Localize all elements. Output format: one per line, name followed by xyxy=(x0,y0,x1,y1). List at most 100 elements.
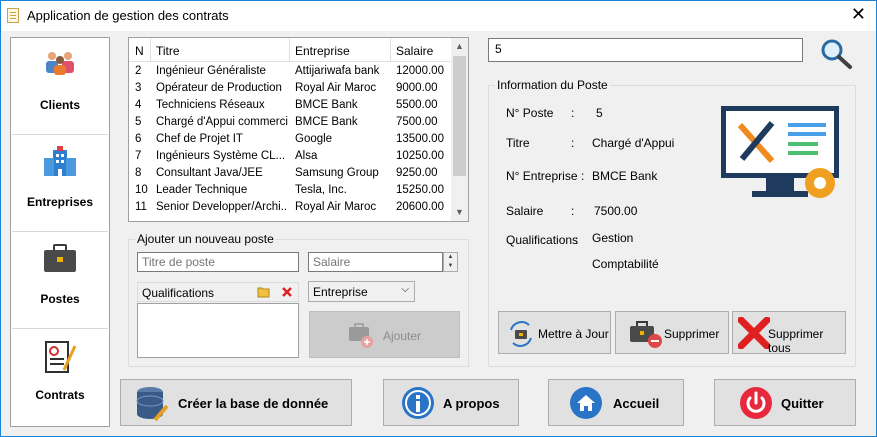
info-value-qualification: Gestion xyxy=(592,231,634,245)
briefcase-delete-icon xyxy=(630,321,662,348)
chevron-up-icon[interactable]: ▲ xyxy=(444,253,457,262)
table-cell: Consultant Java/JEE xyxy=(156,167,263,179)
info-sep: : xyxy=(571,136,575,150)
table-row[interactable]: 11 Senior Developper/Archi... Royal Air Ma… xyxy=(129,199,453,216)
clients-icon xyxy=(46,52,74,75)
sidebar-item-entreprises[interactable]: Entreprises xyxy=(12,136,108,232)
table-cell: 2 xyxy=(135,65,142,77)
power-icon xyxy=(740,387,772,419)
salaire-stepper[interactable]: ▲ ▼ xyxy=(443,252,458,272)
close-icon[interactable]: ✕ xyxy=(851,5,866,25)
table-cell: 7 xyxy=(135,150,142,162)
info-sep: : xyxy=(571,106,575,120)
titre-input[interactable] xyxy=(137,252,299,272)
about-button[interactable]: A propos xyxy=(383,379,519,426)
postes-table[interactable]: N Titre Entreprise Salaire 2 Ingénieur Gé… xyxy=(128,37,469,222)
table-header: N Titre Entreprise Salaire xyxy=(129,38,453,62)
building-icon xyxy=(44,146,76,176)
table-row[interactable]: 3 Opérateur de Production Royal Air Maroc 9… xyxy=(129,80,453,97)
supprimer-label: Supprimer xyxy=(664,327,720,341)
chevron-down-icon[interactable]: ▼ xyxy=(444,262,457,271)
table-cell: Samsung Group xyxy=(295,167,379,179)
table-row[interactable]: 8 Consultant Java/JEE Samsung Group 9250.00 xyxy=(129,165,453,182)
computer-settings-icon xyxy=(721,106,839,198)
sidebar-item-label: Postes xyxy=(40,292,80,306)
table-cell: 20600.00 xyxy=(396,201,444,213)
table-cell: Google xyxy=(295,133,333,145)
qualifications-list[interactable] xyxy=(137,303,299,358)
search-icon[interactable] xyxy=(819,37,853,69)
scroll-up-icon[interactable]: ▲ xyxy=(451,38,468,55)
sidebar-item-label: Contrats xyxy=(35,388,85,402)
table-row[interactable]: 6 Chef de Projet IT Google 13500.00 xyxy=(129,131,453,148)
table-cell: Attijariwafa bank xyxy=(295,65,380,77)
folder-open-icon[interactable] xyxy=(257,286,271,298)
table-cell: 7500.00 xyxy=(396,116,438,128)
column-header[interactable]: Entreprise xyxy=(295,44,350,58)
quit-label: Quitter xyxy=(781,396,824,411)
home-icon xyxy=(570,387,602,419)
salaire-input[interactable] xyxy=(308,252,443,272)
title-bar: Application de gestion des contrats ✕ xyxy=(1,1,876,31)
create-db-button[interactable]: Créer la base de donnée xyxy=(120,379,352,426)
home-button[interactable]: Accueil xyxy=(548,379,684,426)
refresh-briefcase-icon xyxy=(510,321,532,347)
table-row[interactable]: 5 Chargé d'Appui commercial BMCE Bank 7500.… xyxy=(129,114,453,131)
table-row[interactable]: 4 Techniciens Réseaux BMCE Bank 5500.00 xyxy=(129,97,453,114)
table-cell: 9000.00 xyxy=(396,82,438,94)
briefcase-icon xyxy=(44,244,76,272)
table-row[interactable]: 10 Leader Technique Tesla, Inc. 15250.00 xyxy=(129,182,453,199)
mettre-a-jour-button[interactable]: Mettre à Jour xyxy=(498,311,611,354)
sidebar-item-clients[interactable]: Clients xyxy=(12,39,108,135)
scroll-thumb[interactable] xyxy=(453,56,466,176)
sidebar-item-postes[interactable]: Postes xyxy=(12,233,108,329)
info-sep: : xyxy=(575,233,579,247)
column-header[interactable]: N xyxy=(135,44,144,58)
info-value-poste: 5 xyxy=(596,106,603,120)
entreprise-select[interactable]: Entreprise ⌵ xyxy=(308,281,415,302)
info-value-titre: Chargé d'Appui xyxy=(592,136,675,150)
info-label-titre: Titre xyxy=(506,136,530,150)
table-row[interactable]: 7 Ingénieurs Système CL... Alsa 10250.00 xyxy=(129,148,453,165)
contract-icon xyxy=(45,341,77,373)
table-cell: 5500.00 xyxy=(396,99,438,111)
quit-button[interactable]: Quitter xyxy=(714,379,856,426)
delete-x-icon[interactable] xyxy=(281,286,293,298)
supprimer-tous-label: Supprimer tous xyxy=(768,327,824,355)
delete-all-x-icon xyxy=(738,317,770,349)
table-cell: Leader Technique xyxy=(156,184,248,196)
supprimer-tous-button[interactable]: Supprimer tous xyxy=(732,311,846,355)
table-cell: 12000.00 xyxy=(396,65,444,77)
create-db-label: Créer la base de donnée xyxy=(178,396,329,411)
mettre-a-jour-label: Mettre à Jour xyxy=(538,327,609,341)
sidebar-item-contrats[interactable]: Contrats xyxy=(12,330,108,426)
table-row[interactable]: 2 Ingénieur Généraliste Attijariwafa bank 1… xyxy=(129,63,453,80)
table-cell: 4 xyxy=(135,99,142,111)
table-cell: 9250.00 xyxy=(396,167,438,179)
scroll-down-icon[interactable]: ▼ xyxy=(451,204,468,221)
table-cell: 13500.00 xyxy=(396,133,444,145)
group-title: Information du Poste xyxy=(495,78,610,92)
table-cell: 6 xyxy=(135,133,142,145)
info-label-qualifications: Qualifications xyxy=(506,233,579,247)
home-label: Accueil xyxy=(613,396,660,411)
table-cell: Ingénieurs Système CL... xyxy=(156,150,286,162)
table-cell: 10 xyxy=(135,184,148,196)
group-title: Ajouter un nouveau poste xyxy=(135,232,276,246)
table-cell: 8 xyxy=(135,167,142,179)
column-header[interactable]: Salaire xyxy=(396,44,433,58)
sidebar: Clients Entreprises Postes Contrats xyxy=(10,37,110,427)
info-label-salaire: Salaire xyxy=(506,204,544,218)
entreprise-select-value: Entreprise xyxy=(313,285,368,299)
supprimer-button[interactable]: Supprimer xyxy=(615,311,729,354)
briefcase-add-icon xyxy=(349,323,373,348)
table-cell: 5 xyxy=(135,116,142,128)
ajouter-button[interactable]: Ajouter xyxy=(309,311,460,358)
info-value-qualification: Comptabilité xyxy=(592,257,659,271)
qualifications-label: Qualifications xyxy=(142,286,215,300)
search-input[interactable]: 5 xyxy=(488,38,803,62)
info-label-poste: N° Poste xyxy=(506,106,554,120)
table-cell: 15250.00 xyxy=(396,184,444,196)
table-scrollbar[interactable]: ▲ ▼ xyxy=(451,38,468,221)
column-header[interactable]: Titre xyxy=(156,44,180,58)
